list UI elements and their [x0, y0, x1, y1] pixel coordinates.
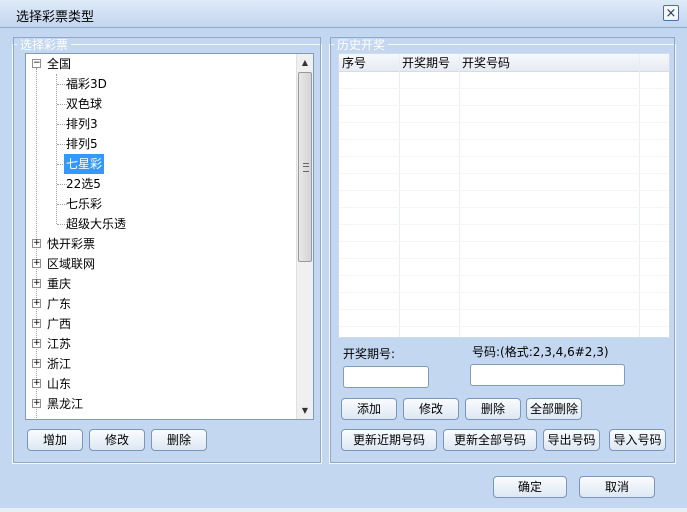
delete-lottery-button[interactable]: 删除 — [151, 429, 207, 451]
number-input[interactable] — [470, 364, 625, 386]
title-bar: 选择彩票类型 × — [0, 0, 687, 28]
col-header-index[interactable]: 序号 — [339, 55, 366, 71]
delete-draw-button[interactable]: 删除 — [465, 398, 521, 420]
lottery-tree[interactable]: − 全国 福彩3D 双色球 排列3 排列5 七星彩 22选5 七乐彩 超级大乐透… — [25, 53, 314, 420]
add-lottery-button[interactable]: 增加 — [27, 429, 83, 451]
tree-node-selected: 七星彩 — [64, 154, 105, 174]
grid-header: 序号 开奖期号 开奖号码 — [339, 54, 669, 72]
add-draw-button[interactable]: 添加 — [341, 398, 397, 420]
period-input[interactable] — [343, 366, 429, 388]
window-bottom-edge — [0, 508, 687, 512]
update-recent-button[interactable]: 更新近期号码 — [341, 429, 437, 451]
plus-icon[interactable]: + — [32, 319, 41, 328]
window-title: 选择彩票类型 — [16, 10, 95, 25]
col-header-period[interactable]: 开奖期号 — [399, 55, 450, 71]
cancel-button[interactable]: 取消 — [579, 476, 655, 498]
import-numbers-button[interactable]: 导入号码 — [609, 429, 666, 451]
plus-icon[interactable]: + — [32, 279, 41, 288]
col-header-numbers[interactable]: 开奖号码 — [459, 55, 510, 71]
period-label: 开奖期号: — [343, 347, 396, 361]
minus-icon[interactable]: − — [32, 59, 41, 68]
plus-icon[interactable]: + — [32, 259, 41, 268]
export-numbers-button[interactable]: 导出号码 — [543, 429, 600, 451]
edit-lottery-button[interactable]: 修改 — [89, 429, 145, 451]
plus-icon[interactable]: + — [32, 379, 41, 388]
history-draw-legend: 历史开奖 — [337, 38, 386, 52]
plus-icon[interactable]: + — [32, 359, 41, 368]
scrollbar-thumb[interactable] — [298, 72, 312, 262]
tree-scrollbar[interactable]: ▲ ▼ — [296, 54, 313, 419]
plus-icon[interactable]: + — [32, 299, 41, 308]
delete-all-button[interactable]: 全部删除 — [526, 398, 582, 420]
update-all-button[interactable]: 更新全部号码 — [443, 429, 537, 451]
tree-connector — [56, 74, 57, 224]
plus-icon[interactable]: + — [32, 339, 41, 348]
number-format-label: 号码:(格式:2,3,4,6#2,3) — [472, 345, 609, 359]
plus-icon[interactable]: + — [32, 399, 41, 408]
arrow-down-icon[interactable]: ▼ — [297, 402, 313, 419]
history-grid[interactable]: 序号 开奖期号 开奖号码 — [338, 53, 670, 338]
close-icon[interactable]: × — [663, 5, 679, 21]
arrow-up-icon[interactable]: ▲ — [297, 54, 313, 71]
edit-draw-button[interactable]: 修改 — [403, 398, 459, 420]
ok-button[interactable]: 确定 — [493, 476, 567, 498]
plus-icon[interactable]: + — [32, 239, 41, 248]
lottery-select-legend: 选择彩票 — [20, 38, 69, 52]
